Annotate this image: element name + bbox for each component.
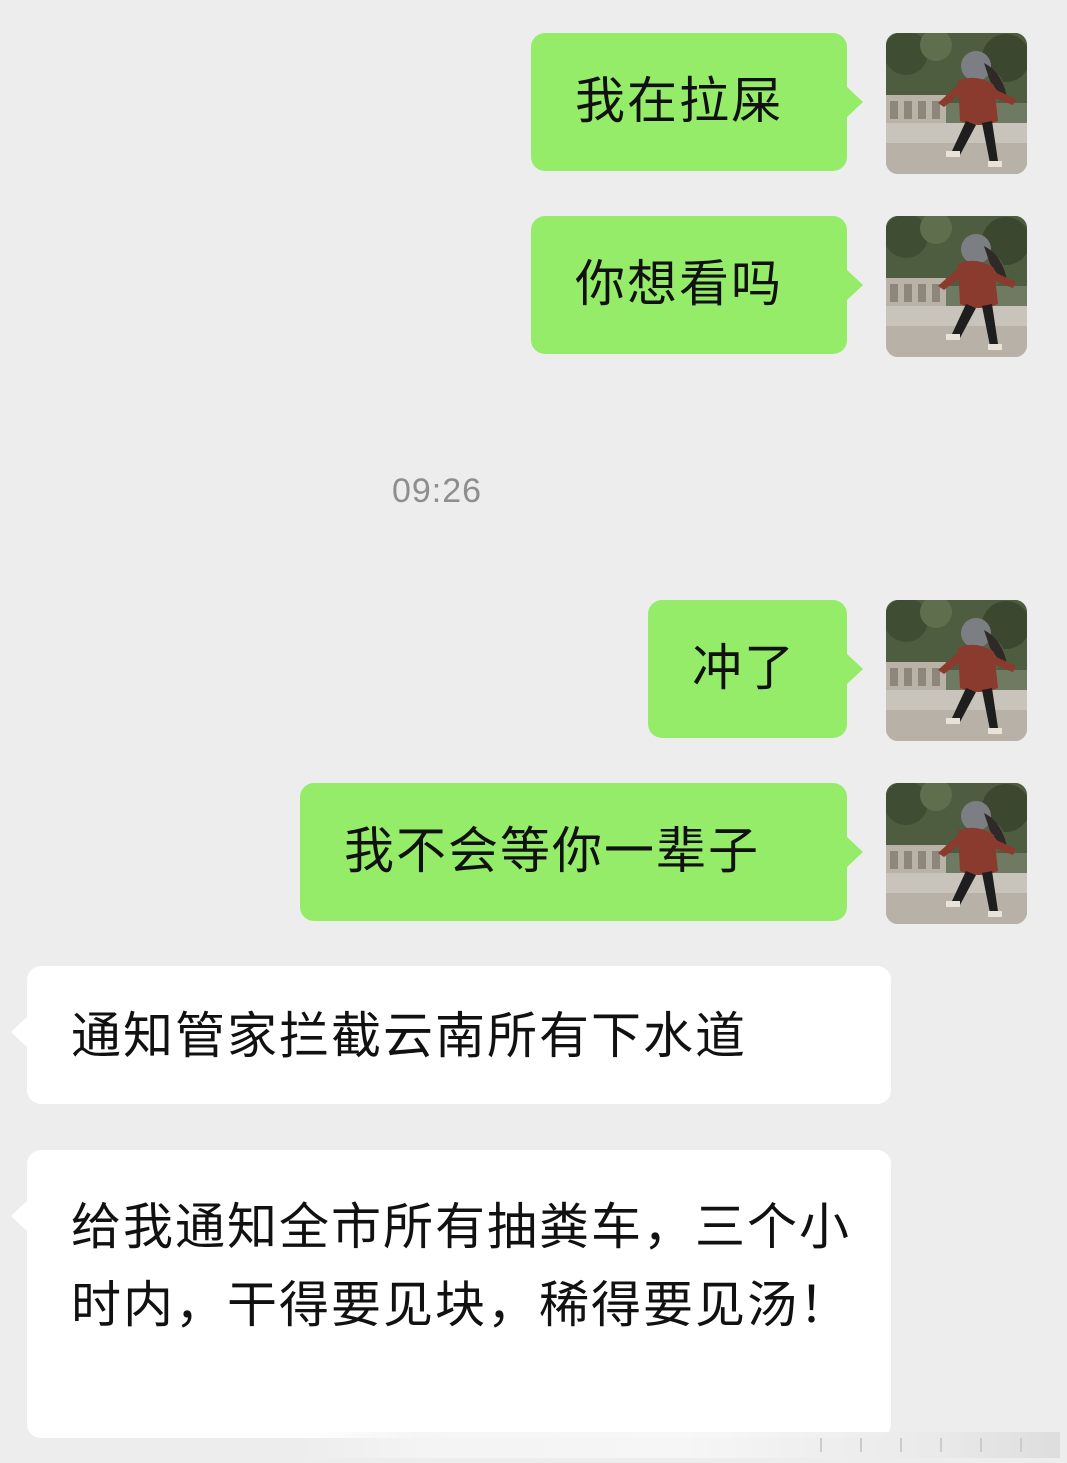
message-text: 冲了: [692, 639, 796, 697]
message-text: 我在拉屎: [575, 72, 783, 130]
avatar[interactable]: [886, 783, 1027, 924]
message-text: 我不会等你一辈子: [344, 822, 760, 880]
message-bubble-sent[interactable]: 冲了: [648, 600, 863, 738]
running-girl-avatar-icon: [886, 216, 1027, 357]
avatar[interactable]: [886, 216, 1027, 357]
watermark-blur: [300, 1432, 1060, 1458]
message-bubble-sent[interactable]: 我不会等你一辈子: [300, 783, 863, 921]
running-girl-avatar-icon: [886, 600, 1027, 741]
message-text: 你想看吗: [575, 255, 783, 313]
message-bubble-sent[interactable]: 我在拉屎: [531, 33, 863, 171]
message-text: 通知管家拦截云南所有下水道: [71, 1007, 747, 1065]
running-girl-avatar-icon: [886, 783, 1027, 924]
chat-area: 我在拉屎 你想看吗 09:26 冲了 我不会等你一辈子 通知管家拦截云南所有下水…: [0, 0, 1067, 1463]
message-bubble-received[interactable]: 给我通知全市所有抽粪车，三个小时内，干得要见块，稀得要见汤！: [11, 1150, 891, 1438]
message-bubble-sent[interactable]: 你想看吗: [531, 216, 863, 354]
message-bubble-received[interactable]: 通知管家拦截云南所有下水道: [11, 966, 891, 1104]
avatar[interactable]: [886, 600, 1027, 741]
message-text: 给我通知全市所有抽粪车，三个小时内，干得要见块，稀得要见汤！: [71, 1198, 851, 1334]
avatar[interactable]: [886, 33, 1027, 174]
running-girl-avatar-icon: [886, 33, 1027, 174]
message-timestamp: 09:26: [391, 472, 483, 510]
